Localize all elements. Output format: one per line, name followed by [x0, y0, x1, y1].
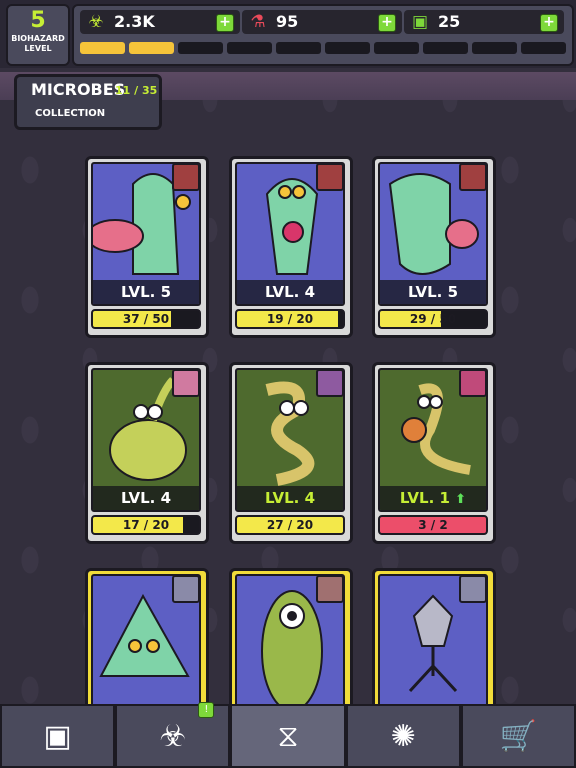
nav-tab-ads[interactable]: ▣: [0, 704, 116, 768]
card-level: LVL. 5: [407, 283, 459, 301]
notification-badge: !: [198, 702, 215, 718]
level-progress-segment: [80, 42, 125, 54]
card-progress-bar: 29 / 50: [378, 309, 488, 329]
level-progress-segment: [178, 42, 223, 54]
biohazard-icon: ☣: [159, 718, 187, 754]
biohazard-icon: ☣: [88, 12, 104, 32]
resource-biohazard: ☣ 2.3K +: [80, 10, 240, 34]
nav-tab-microbes[interactable]: ⧖: [230, 704, 346, 768]
organ-thumbnail: [172, 575, 200, 603]
card-progress-bar: 17 / 20: [91, 515, 201, 535]
organ-thumbnail: [172, 163, 200, 191]
flask-icon: ⚗: [250, 12, 266, 32]
biohazard-level-number: 5: [30, 8, 46, 33]
microbe-card[interactable]: LVL. 5 37 / 50: [85, 156, 209, 338]
level-progress-segment: [129, 42, 174, 54]
organ-thumbnail: [316, 575, 344, 603]
organ-thumbnail: [316, 163, 344, 191]
bottom-nav: ▣ ☣ ! ⧖ ✺ 🛒: [0, 702, 576, 768]
card-level: LVL. 1 ⬆: [380, 489, 486, 507]
level-progress-segment: [374, 42, 419, 54]
resource-biohazard-value: 2.3K: [114, 12, 155, 31]
cart-icon: 🛒: [499, 718, 538, 754]
collection-count: 11 / 35: [115, 84, 158, 97]
organ-thumbnail: [459, 369, 487, 397]
nav-tab-shop[interactable]: 🛒: [460, 704, 576, 768]
level-progress-segment: [521, 42, 566, 54]
collection-header: MICROBES 11 / 35 COLLECTION: [14, 74, 162, 130]
level-progress-segment: [472, 42, 517, 54]
card-level: LVL. 4: [264, 489, 316, 507]
ad-icon: ▣: [43, 718, 72, 754]
organ-thumbnail: [459, 575, 487, 603]
card-progress-bar: 19 / 20: [235, 309, 345, 329]
organ-thumbnail: [459, 163, 487, 191]
biohazard-level-label-1: BIOHAZARD: [11, 34, 65, 43]
card-progress-bar: 3 / 2: [378, 515, 488, 535]
add-flask-button[interactable]: +: [378, 14, 396, 32]
nav-tab-molecules[interactable]: ✺: [345, 704, 461, 768]
resource-cash: ▣ 25 +: [404, 10, 564, 34]
card-progress-text: 19 / 20: [266, 312, 314, 326]
microbe-card[interactable]: LVL. 4 19 / 20: [229, 156, 353, 338]
add-cash-button[interactable]: +: [540, 14, 558, 32]
resource-flask-value: 95: [276, 12, 299, 31]
resource-flask: ⚗ 95 +: [242, 10, 402, 34]
upgrade-arrow-icon: ⬆: [455, 492, 467, 507]
microbe-card[interactable]: LVL. 4 17 / 20: [85, 362, 209, 544]
organ-thumbnail: [172, 369, 200, 397]
card-progress-text: 37 / 50: [122, 312, 170, 326]
top-bar: 5 BIOHAZARD LEVEL ☣ 2.3K + ⚗ 95 + ▣ 25 +: [0, 0, 576, 68]
card-level: LVL. 4: [264, 283, 316, 301]
microbe-card[interactable]: LVL. 1 ⬆ 3 / 2: [372, 362, 496, 544]
resource-cash-value: 25: [438, 12, 461, 31]
card-level-text: LVL. 1: [399, 489, 450, 507]
microbe-card[interactable]: LVL. 5 29 / 50: [372, 156, 496, 338]
nav-tab-biohazard[interactable]: ☣ !: [115, 702, 231, 768]
card-progress-text: 29 / 50: [409, 312, 457, 326]
card-progress-text: 27 / 20: [266, 518, 314, 532]
card-progress-text: 3 / 2: [418, 518, 448, 532]
card-progress-bar: 27 / 20: [235, 515, 345, 535]
biohazard-level-badge[interactable]: 5 BIOHAZARD LEVEL: [6, 4, 70, 66]
card-progress-bar: 37 / 50: [91, 309, 201, 329]
level-progress-segment: [423, 42, 468, 54]
add-biohazard-button[interactable]: +: [216, 14, 234, 32]
card-level: LVL. 5: [120, 283, 172, 301]
level-progress-segment: [227, 42, 272, 54]
page-subtitle: COLLECTION: [35, 108, 106, 119]
card-progress-text: 17 / 20: [122, 518, 170, 532]
biohazard-level-label-2: LEVEL: [24, 44, 52, 53]
cash-icon: ▣: [411, 12, 429, 32]
level-progress-segment: [276, 42, 321, 54]
dna-icon: ⧖: [277, 718, 299, 754]
level-progress-bar: [80, 42, 566, 54]
microbe-card[interactable]: LVL. 4 27 / 20: [229, 362, 353, 544]
level-progress-segment: [325, 42, 370, 54]
resources-panel: ☣ 2.3K + ⚗ 95 + ▣ 25 +: [72, 4, 574, 66]
card-level: LVL. 4: [120, 489, 172, 507]
organ-thumbnail: [316, 369, 344, 397]
page-title: MICROBES: [31, 80, 126, 99]
molecule-icon: ✺: [390, 718, 416, 754]
